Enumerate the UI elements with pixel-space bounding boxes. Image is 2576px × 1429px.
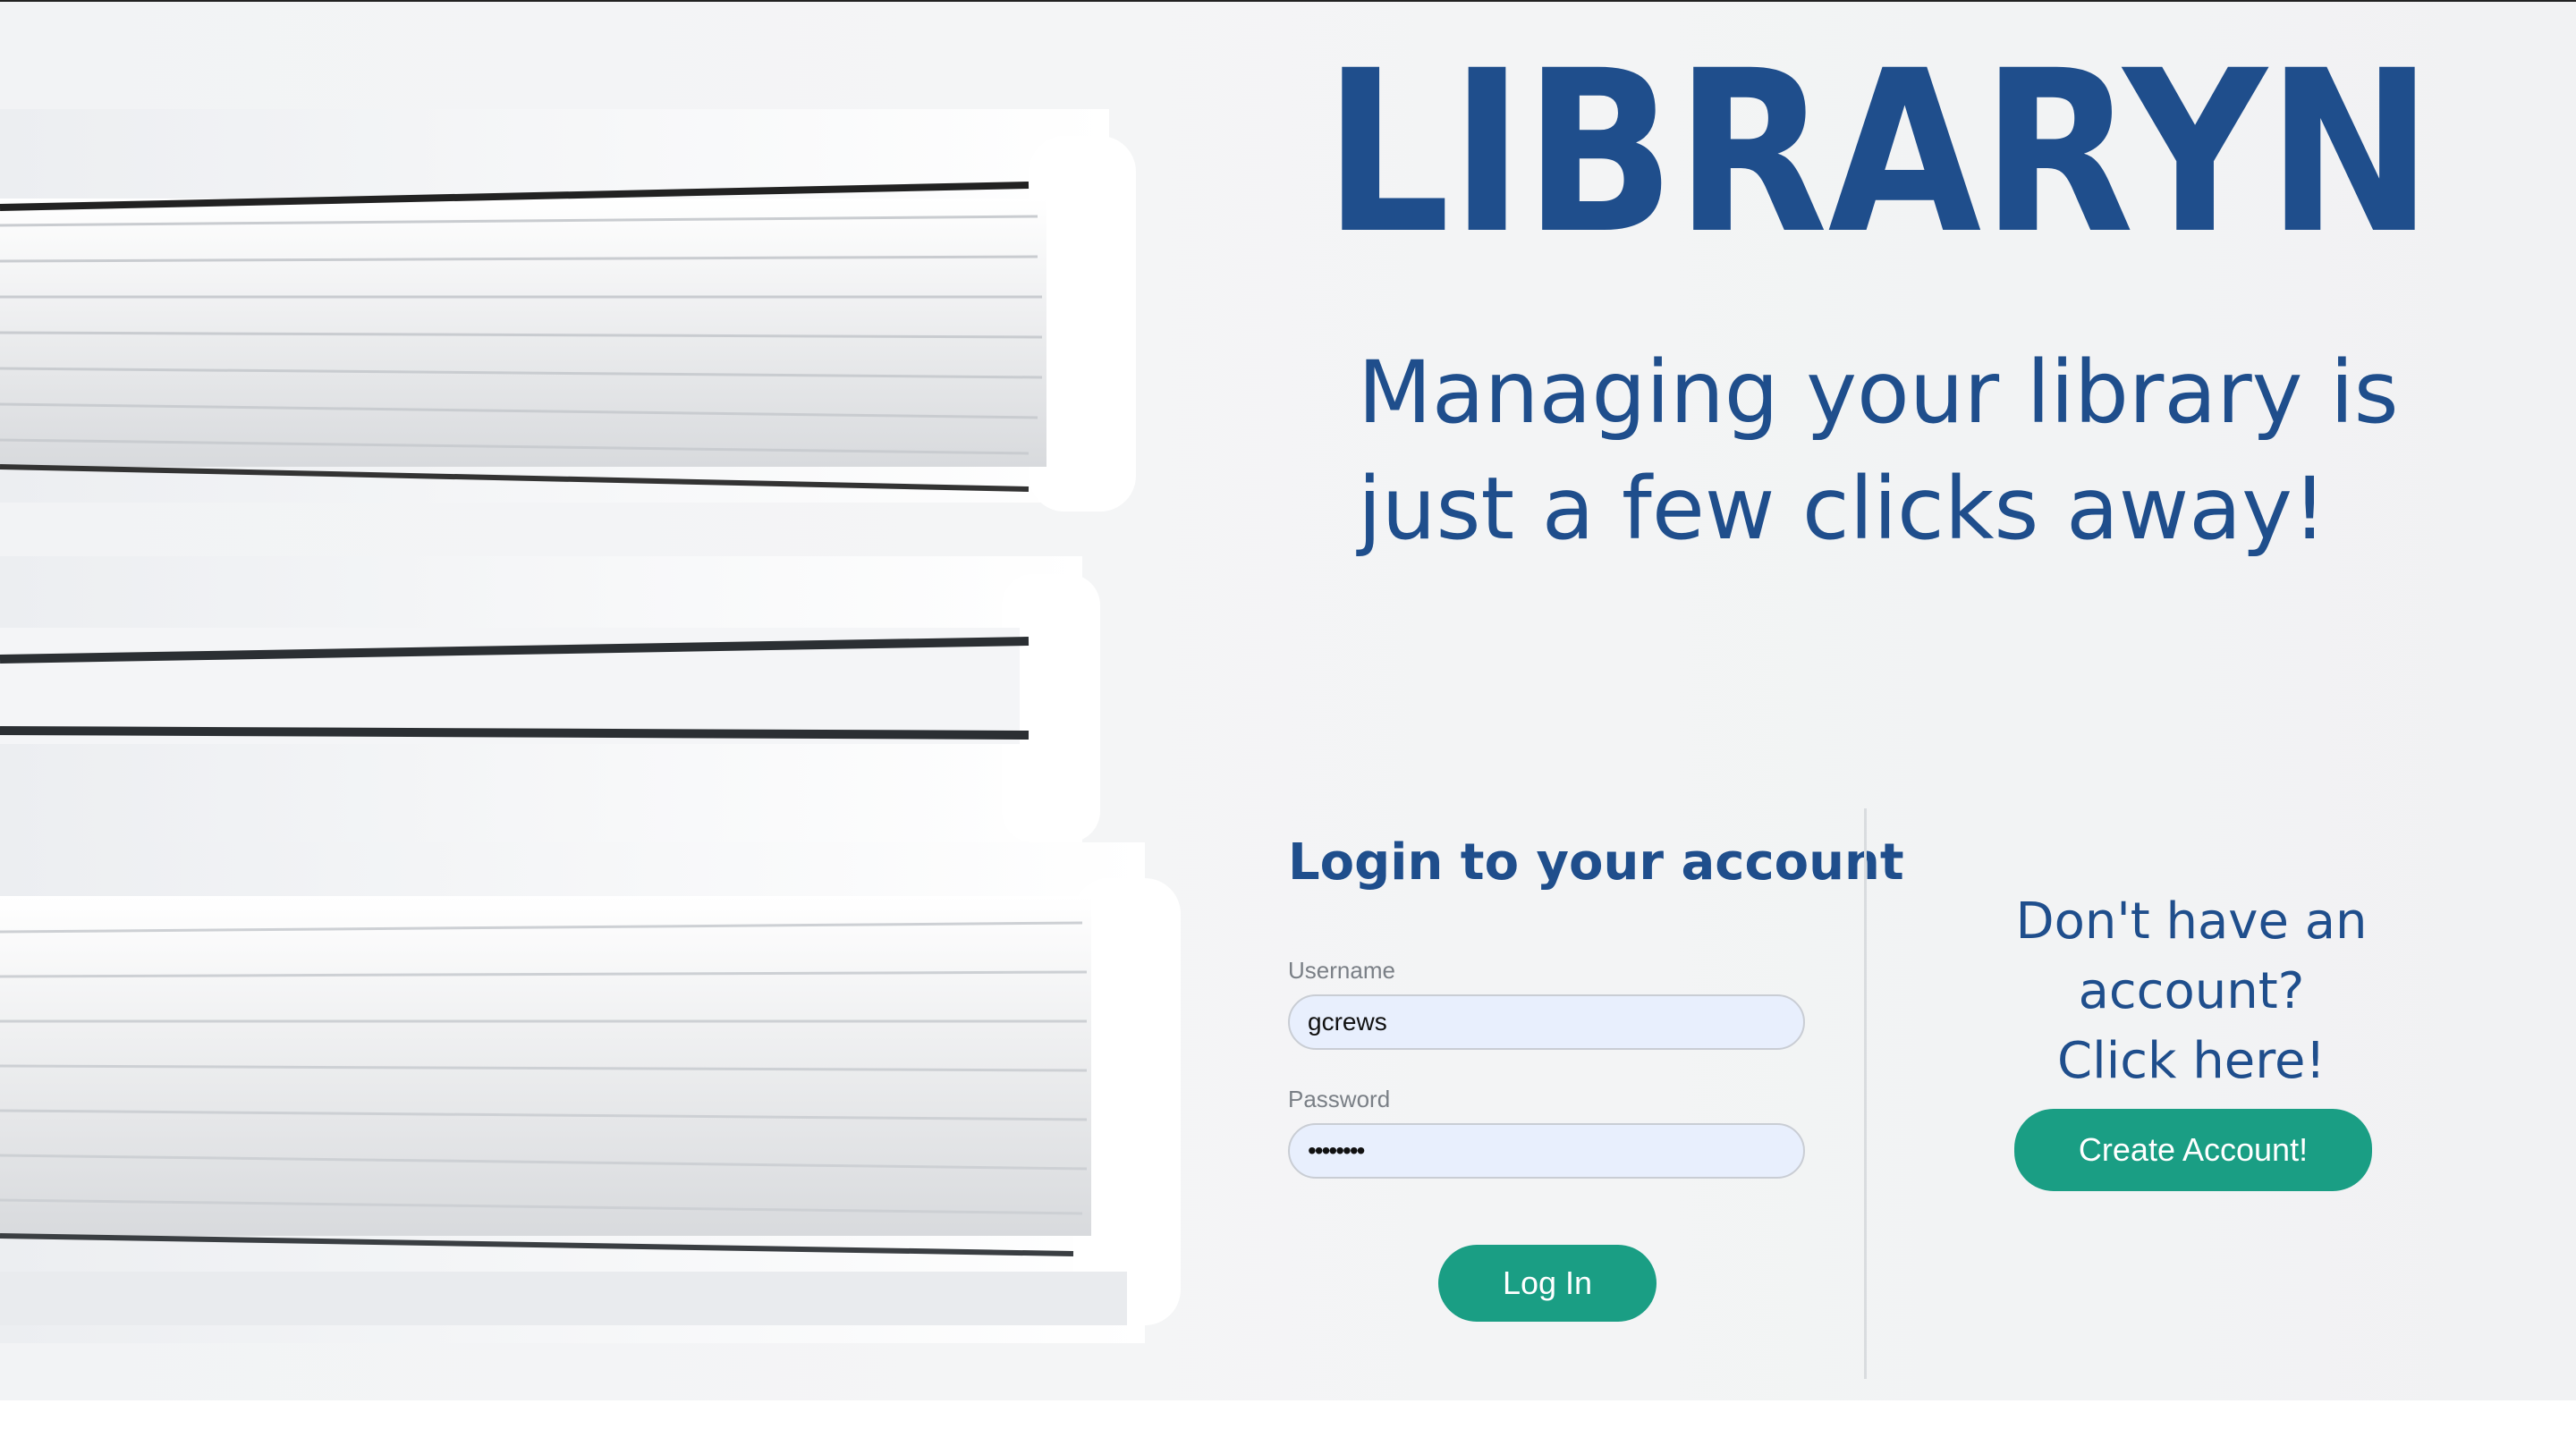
signup-heading-line-2: Click here! — [2057, 1032, 2326, 1090]
login-button[interactable]: Log In — [1438, 1245, 1657, 1322]
librayn-logo: LIBRARYN — [1324, 55, 2433, 283]
tagline-line-1: Managing your library is — [1358, 342, 2399, 443]
password-value: •••••••• — [1308, 1137, 1365, 1164]
logo-wordmark: LIBRARYN — [1324, 55, 2433, 283]
hero-tagline: Managing your library is just a few clic… — [1358, 334, 2431, 567]
login-heading: Login to your account — [1288, 833, 1904, 892]
signup-heading-line-1: Don't have an account? — [2015, 892, 2368, 1020]
login-panel: Login to your account — [1288, 833, 1904, 892]
create-account-button[interactable]: Create Account! — [2014, 1109, 2372, 1191]
username-label: Username — [1288, 957, 1395, 984]
tagline-line-2: just a few clicks away! — [1358, 459, 2327, 559]
username-input[interactable]: gcrews — [1288, 994, 1805, 1050]
signup-heading: Don't have an account? Click here! — [1896, 887, 2487, 1096]
password-input[interactable]: •••••••• — [1288, 1123, 1805, 1179]
panel-divider — [1864, 808, 1867, 1379]
login-page: LIBRARYN Managing your library is just a… — [0, 0, 2576, 1400]
password-label: Password — [1288, 1086, 1391, 1112]
bottom-strip — [0, 1400, 2576, 1429]
username-value: gcrews — [1308, 1008, 1387, 1036]
book-stack-image — [0, 109, 1181, 1343]
